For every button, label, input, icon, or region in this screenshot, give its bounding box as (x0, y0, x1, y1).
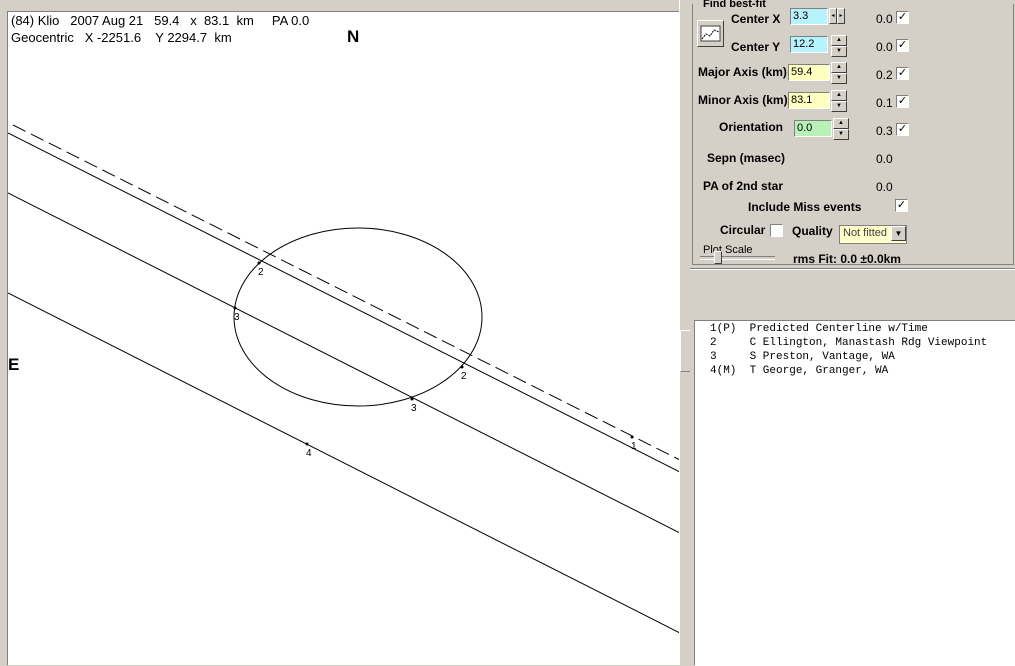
chart-fit-icon (700, 25, 721, 42)
occultation-plot[interactable]: 1 2 3 2 3 4 (84) Klio 2007 Aug 21 59.4 x 83.1… (7, 11, 680, 665)
sepn-value: 0.0 (876, 152, 893, 166)
center-x-checkbox[interactable]: ✓ (896, 11, 909, 24)
chord-point-2 (460, 365, 464, 369)
orientation-label: Orientation (719, 120, 784, 134)
chord-label-3: 3 (234, 312, 240, 323)
center-x-uncertainty: 0.0 (876, 12, 893, 26)
chord-label-2: 2 (258, 267, 264, 278)
find-best-fit-button[interactable] (697, 20, 724, 47)
orientation-checkbox[interactable]: ✓ (896, 123, 909, 136)
list-item[interactable]: 1(P) Predicted Centerline w/Time (710, 323, 928, 335)
center-x-field[interactable]: 3.3 (790, 8, 828, 25)
plot-header-line1: (84) Klio 2007 Aug 21 59.4 x 83.1 km PA … (11, 13, 310, 28)
chord-label-2: 2 (461, 371, 467, 382)
chord-point-1 (630, 435, 634, 439)
chord-point-2 (257, 261, 261, 265)
chord-line-4 (8, 292, 680, 634)
center-y-checkbox[interactable]: ✓ (896, 39, 909, 52)
quality-label: Quality (792, 224, 833, 238)
observer-list[interactable]: 1(P) Predicted Centerline w/Time 2 C Elli… (694, 320, 1015, 666)
chord-point-3 (410, 397, 414, 401)
panel-divider (690, 268, 1015, 270)
minor-axis-field[interactable]: 83.1 (788, 92, 830, 109)
plot-scale-label: Plot Scale (703, 244, 753, 256)
include-miss-checkbox[interactable]: ✓ (895, 199, 908, 212)
find-best-fit-group: Find best-fit Center X 3.3 ◂ ▸ 0.0 ✓ Cent… (692, 0, 1014, 265)
major-axis-spinner[interactable]: ▲ ▼ (831, 62, 847, 84)
chord-label-1: 1 (631, 441, 637, 452)
circular-checkbox[interactable] (770, 224, 783, 237)
pa-2nd-star-value: 0.0 (876, 180, 893, 194)
plot-header-line2: Geocentric X -2251.6 Y 2294.7 km (11, 30, 232, 45)
chord-point-4 (305, 442, 309, 446)
center-y-spinner[interactable]: ▲ ▼ (831, 35, 847, 57)
plot-scale-slider-thumb[interactable] (714, 251, 722, 264)
chord-point-3 (233, 306, 237, 310)
chord-label-4: 4 (306, 448, 312, 459)
pa-2nd-star-label: PA of 2nd star (703, 179, 784, 193)
orientation-spinner[interactable]: ▲ ▼ (833, 118, 849, 140)
minor-axis-uncertainty: 0.1 (876, 96, 893, 110)
minor-axis-checkbox[interactable]: ✓ (896, 95, 909, 108)
chord-line-3 (8, 192, 680, 534)
north-label: N (347, 27, 360, 46)
rms-fit-label: rms Fit: 0.0 ±0.0km (793, 252, 901, 266)
list-item[interactable]: 3 S Preston, Vantage, WA (710, 351, 895, 363)
major-axis-label: Major Axis (km) (698, 65, 787, 79)
major-axis-checkbox[interactable]: ✓ (896, 67, 909, 80)
chevron-down-icon[interactable]: ▼ (891, 226, 906, 241)
plot-area: 1 2 3 2 3 4 (84) Klio 2007 Aug 21 59.4 x 83.1… (0, 0, 692, 665)
fit-panel: Find best-fit Center X 3.3 ◂ ▸ 0.0 ✓ Cent… (690, 0, 1015, 666)
fit-group-title: Find best-fit (701, 0, 768, 10)
chord-marks: 1 2 3 2 3 4 (233, 261, 637, 459)
chord-line-2 (8, 132, 680, 473)
major-axis-uncertainty: 0.2 (876, 68, 893, 82)
orientation-uncertainty: 0.3 (876, 124, 893, 138)
quality-select[interactable]: Not fitted ▼ (839, 225, 907, 244)
plot-svg: 1 2 3 2 3 4 (8, 124, 680, 634)
plot-scale-slider-track[interactable] (700, 256, 775, 260)
predicted-centerline (12, 124, 680, 461)
east-label: E (8, 355, 20, 374)
major-axis-field[interactable]: 59.4 (788, 64, 830, 81)
minor-axis-spinner[interactable]: ▲ ▼ (831, 90, 847, 112)
list-item[interactable]: 2 C Ellington, Manastash Rdg Viewpoint (710, 337, 987, 349)
minor-axis-label: Minor Axis (km) (698, 93, 788, 107)
circular-label: Circular (720, 223, 766, 237)
center-x-label: Center X (731, 12, 781, 26)
center-y-uncertainty: 0.0 (876, 40, 893, 54)
include-miss-label: Include Miss events (748, 200, 862, 214)
orientation-field[interactable]: 0.0 (794, 120, 832, 137)
center-x-spinner[interactable]: ◂ ▸ (829, 8, 845, 24)
center-y-field[interactable]: 12.2 (790, 36, 828, 53)
center-y-label: Center Y (731, 40, 781, 54)
sepn-label: Sepn (masec) (707, 151, 786, 165)
quality-selected-value: Not fitted (843, 227, 888, 239)
list-item[interactable]: 4(M) T George, Granger, WA (710, 365, 888, 377)
chord-label-3: 3 (411, 403, 417, 414)
